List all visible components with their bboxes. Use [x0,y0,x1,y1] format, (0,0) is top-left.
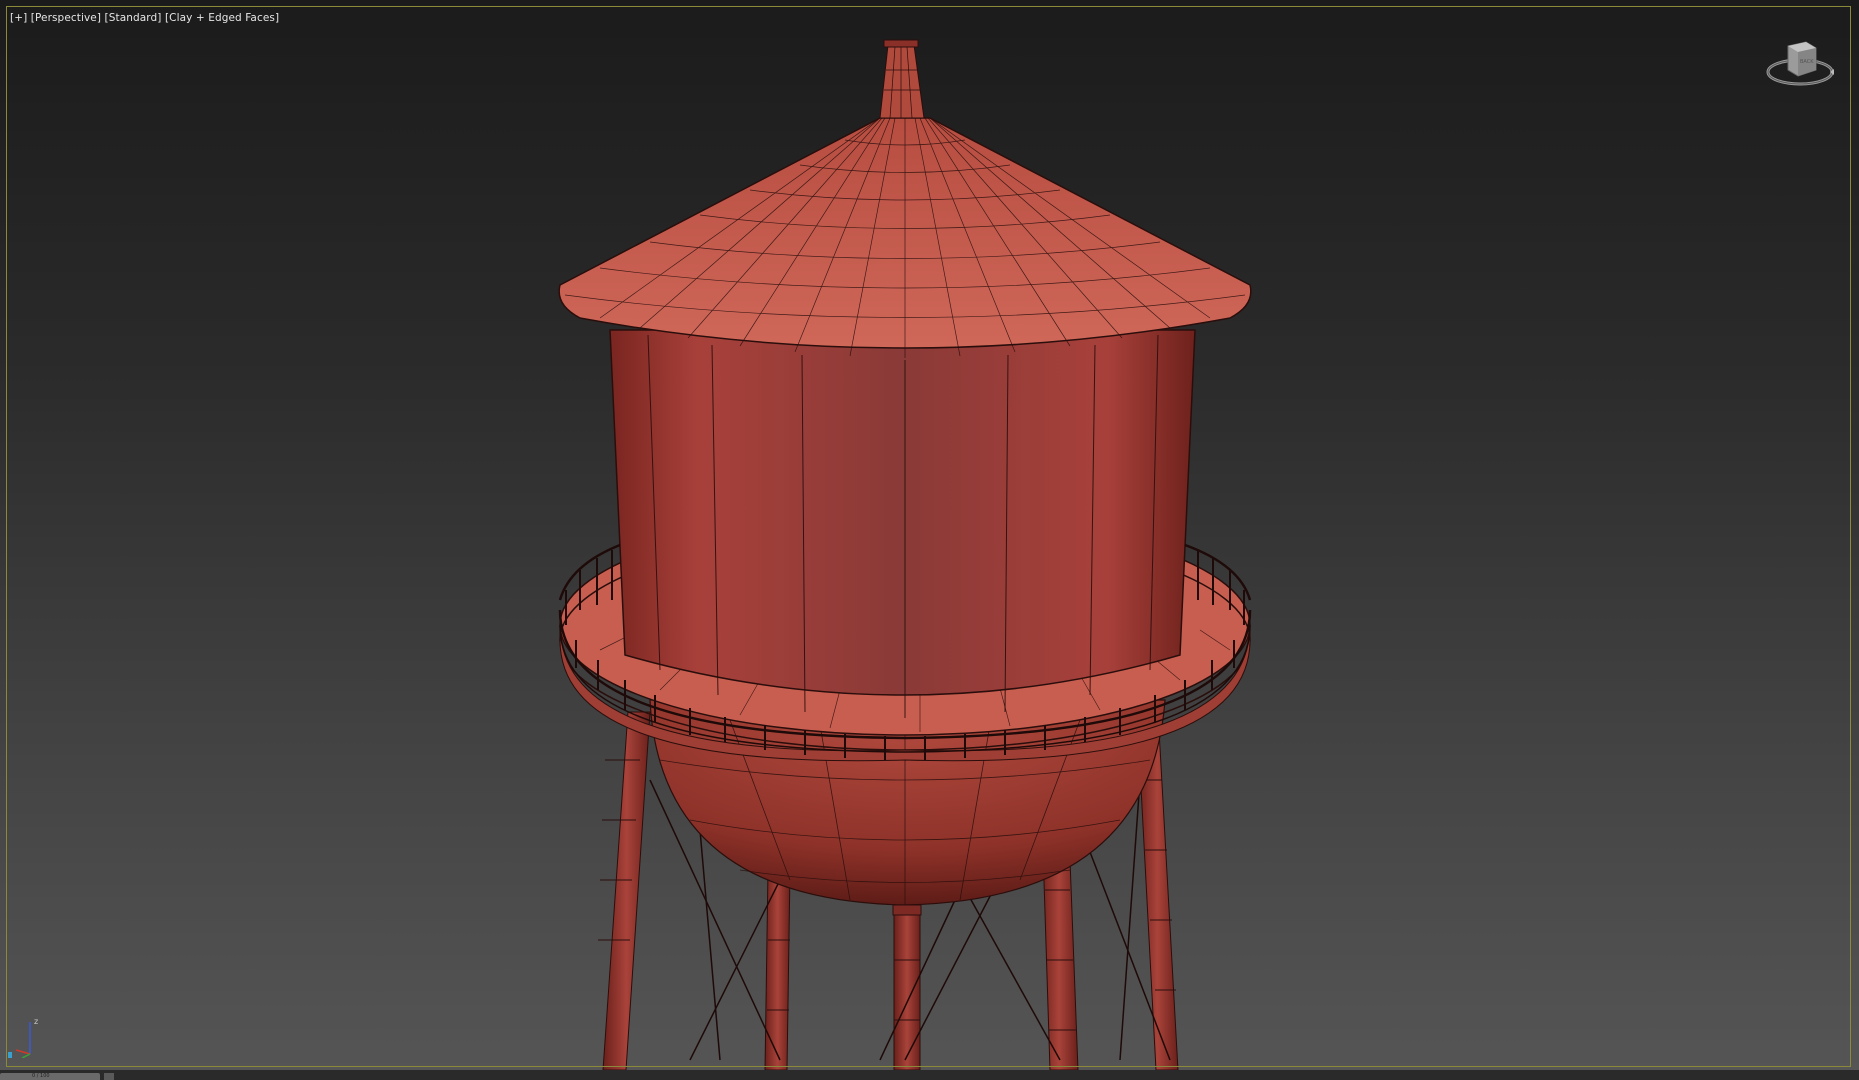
time-slider-track[interactable] [0,1070,1859,1080]
axis-z-label: z [34,1017,38,1026]
viewcube-icon[interactable]: BACK [1760,32,1840,92]
viewport-menu-display-style[interactable]: [Clay + Edged Faces] [165,12,279,24]
water-tower-model[interactable] [0,0,1859,1070]
viewcube-face-label: BACK [1800,59,1814,65]
time-slider-thumb[interactable]: 0 / 100 [0,1073,100,1080]
viewport-menu-shading-mode[interactable]: [Standard] [105,12,162,24]
roof-finial [879,39,925,119]
tank-cylinder [609,329,1196,718]
viewport-label[interactable]: [+] [Perspective] [Standard] [Clay + Edg… [10,12,279,24]
perspective-viewport[interactable]: [+] [Perspective] [Standard] [Clay + Edg… [0,0,1859,1070]
time-slider-next-arrow[interactable] [104,1073,114,1080]
axis-tripod-icon: z [8,1017,38,1058]
tank-roof [558,117,1252,358]
viewport-menu-plus[interactable]: [+] [10,12,27,24]
viewport-menu-view[interactable]: [Perspective] [31,12,101,24]
